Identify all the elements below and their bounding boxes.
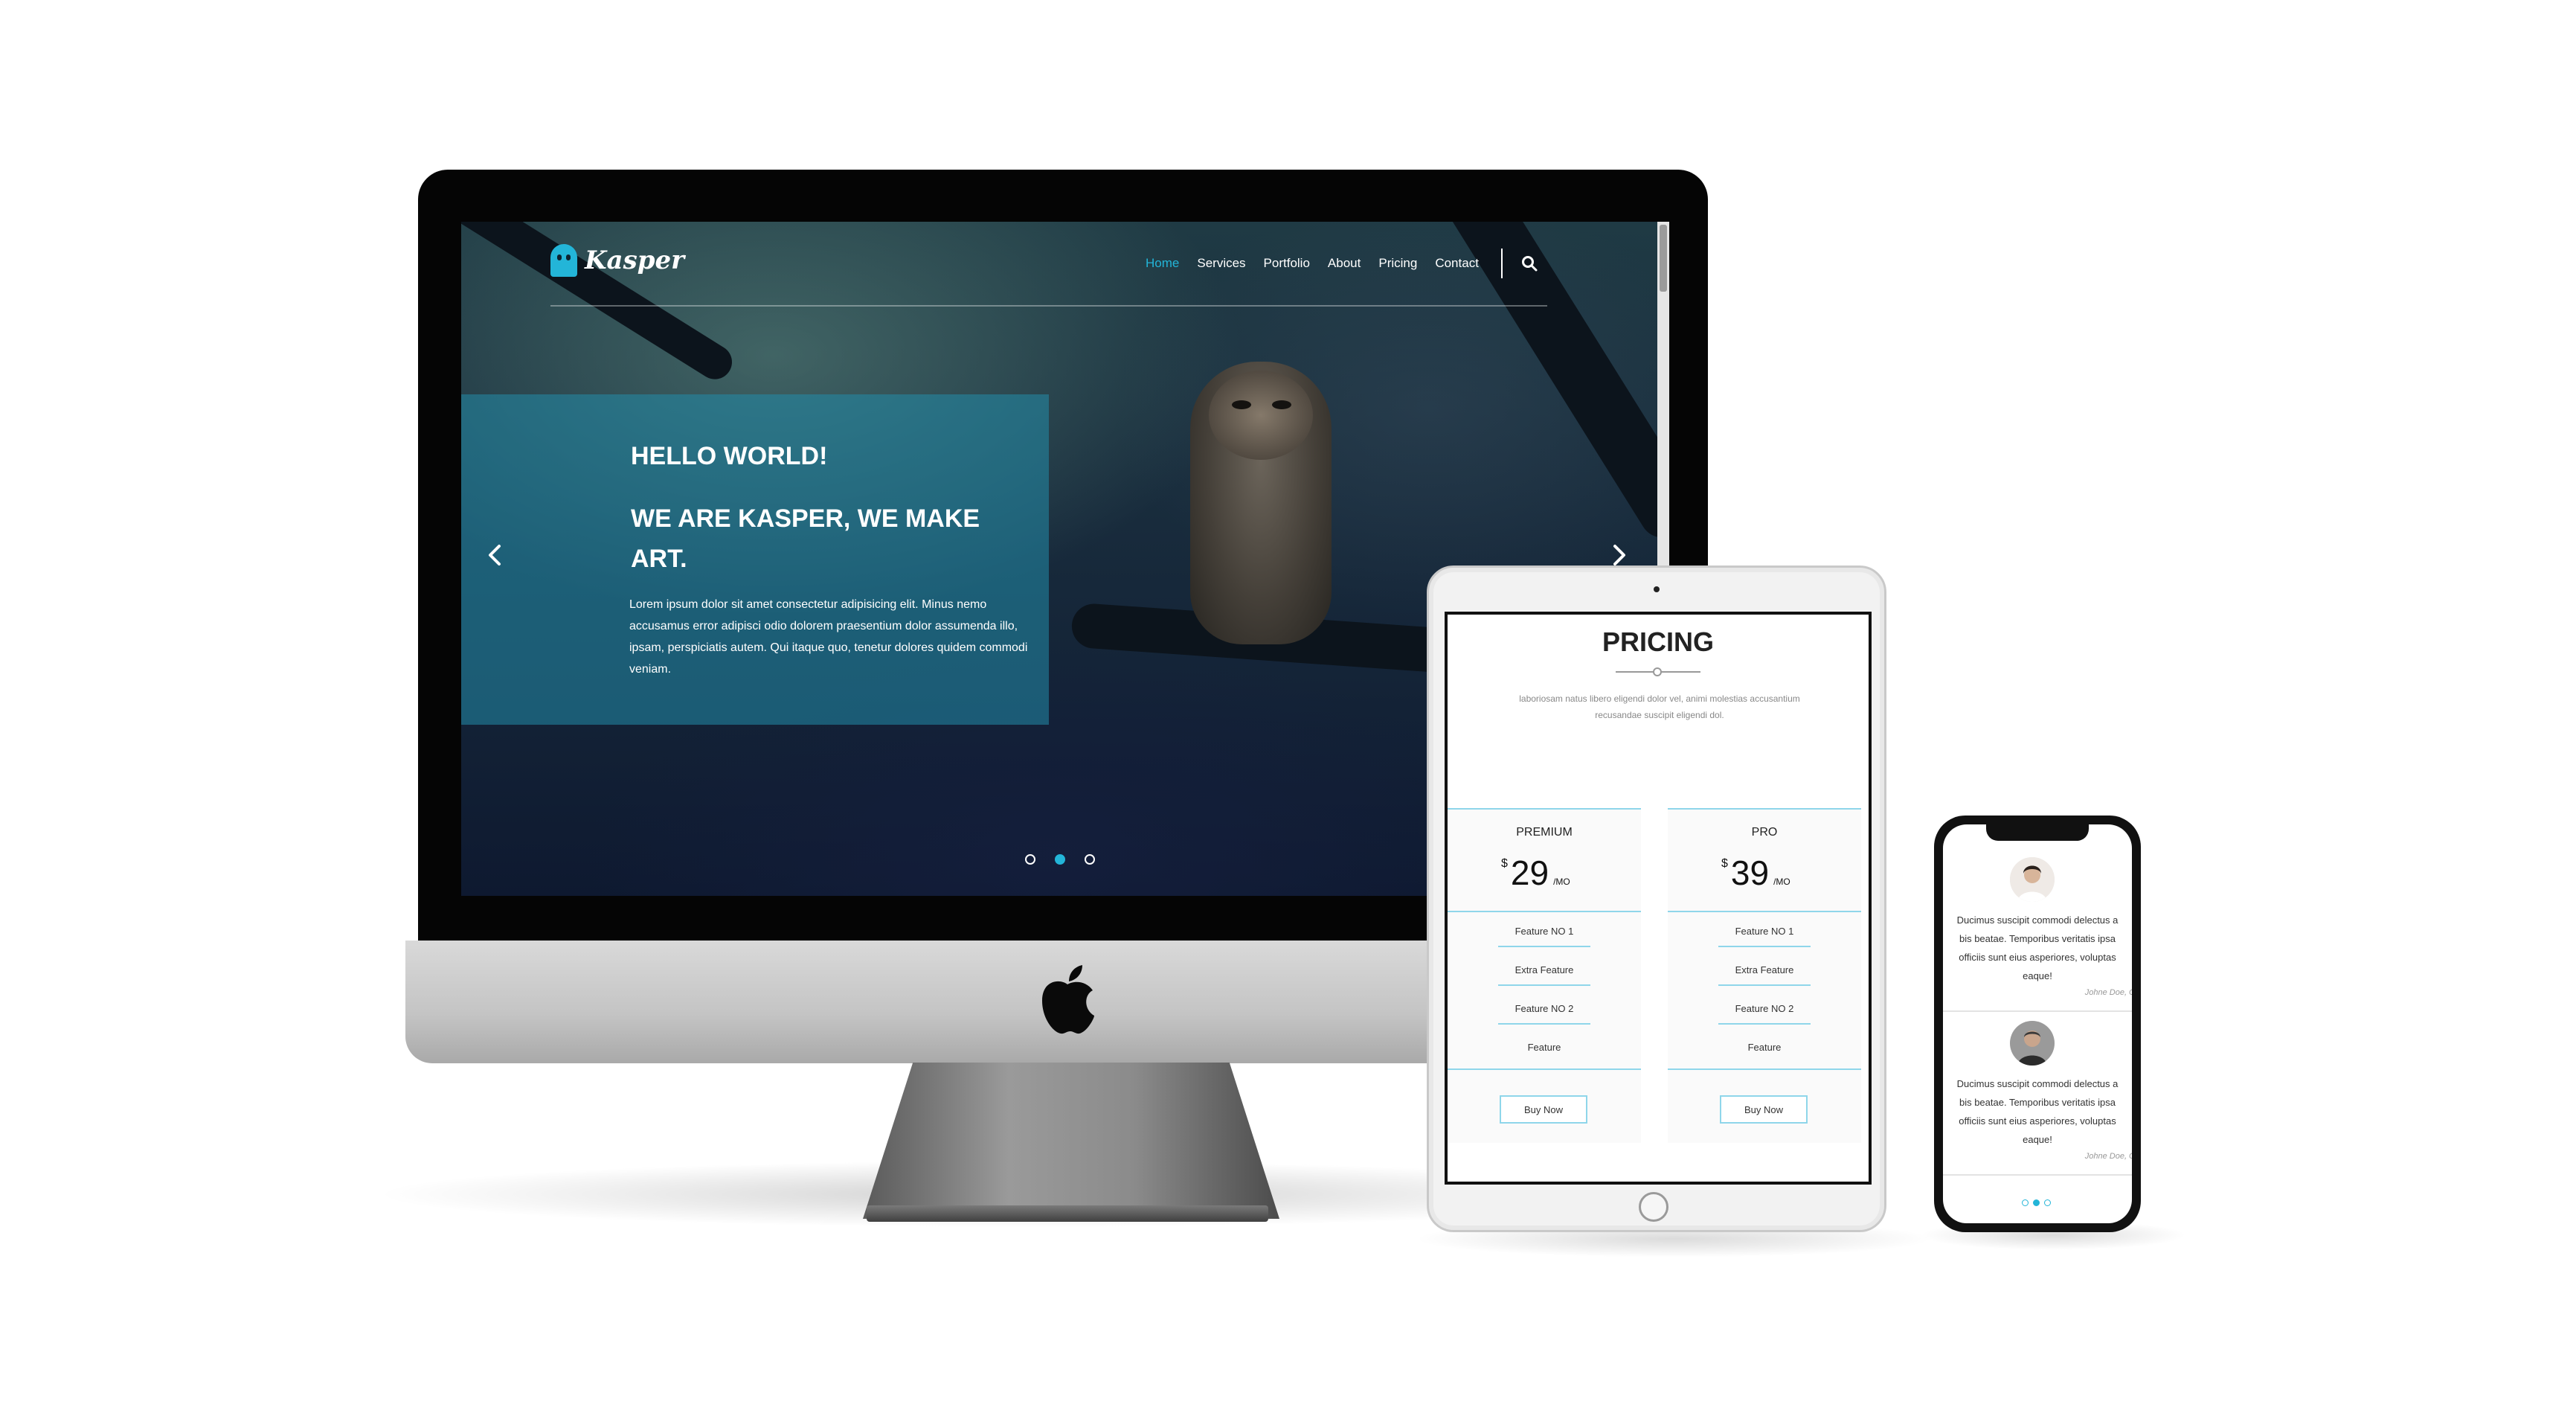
plan-period: /MO [1553, 877, 1570, 887]
slider-dot[interactable] [1025, 854, 1035, 865]
owl-face [1209, 371, 1313, 460]
nav-about[interactable]: About [1328, 256, 1361, 271]
person-avatar-icon [2010, 1021, 2055, 1066]
testimonial-line: officiis sunt eius asperiores, voluptas [1959, 1115, 2116, 1127]
ipad-camera [1654, 586, 1660, 592]
plan-amount: 39 [1730, 853, 1770, 892]
nav-services[interactable]: Services [1197, 256, 1245, 271]
chevron-left-icon[interactable] [481, 540, 510, 570]
avatar [2010, 857, 2055, 902]
testimonial-line: bis beatae. Temporibus veritatis ipsa [1959, 1097, 2116, 1108]
phone-notch [1986, 824, 2089, 841]
testimonial-line: eaque! [2023, 970, 2052, 981]
imac-stand-foot [867, 1205, 1268, 1222]
testimonial-line: officiis sunt eius asperiores, voluptas [1959, 952, 2116, 963]
plan-divider [1668, 911, 1861, 912]
nav-home[interactable]: Home [1146, 256, 1179, 271]
header-divider [550, 305, 1547, 307]
tablet-pricing-screen: PRICING laboriosam natus libero eligendi… [1445, 612, 1872, 1185]
pricing-plan-premium: PREMIUM $ 29 /MO Feature NO 1 Extra Feat… [1448, 808, 1641, 1143]
plan-period: /MO [1773, 877, 1790, 887]
nav-contact[interactable]: Contact [1435, 256, 1479, 271]
nav-divider [1501, 249, 1503, 278]
plan-feature: Feature NO 1 [1718, 926, 1811, 947]
plan-divider [1448, 1068, 1641, 1070]
carousel-dot-active[interactable] [2033, 1199, 2040, 1206]
testimonial-author: Johne Doe, C [2084, 1152, 2132, 1161]
plan-currency: $ [1721, 857, 1728, 870]
plan-feature: Feature [1747, 1042, 1782, 1053]
plan-currency: $ [1501, 857, 1508, 870]
carousel-dot[interactable] [2044, 1199, 2051, 1206]
plan-name: PRO [1751, 826, 1778, 839]
plan-divider [1668, 1068, 1861, 1070]
testimonial-divider [1943, 1174, 2132, 1176]
testimonial-line: bis beatae. Temporibus veritatis ipsa [1959, 933, 2116, 944]
ghost-icon [550, 244, 577, 277]
scroll-thumb[interactable] [1660, 225, 1667, 292]
main-nav: Home Services Portfolio About Pricing Co… [1146, 256, 1479, 271]
plan-price: $ 29 /MO [1501, 853, 1570, 893]
title-underline-dot [1653, 667, 1662, 676]
testimonial-line: eaque! [2023, 1134, 2052, 1145]
site-logo[interactable]: Kasper [550, 244, 684, 277]
buy-now-button[interactable]: Buy Now [1500, 1095, 1587, 1124]
plan-feature: Extra Feature [1718, 964, 1811, 986]
plan-price: $ 39 /MO [1721, 853, 1790, 893]
plan-divider [1448, 911, 1641, 912]
plan-name: PREMIUM [1516, 826, 1573, 839]
plan-amount: 29 [1510, 853, 1549, 892]
testimonial-dots [2022, 1199, 2051, 1206]
slider-dot-active[interactable] [1055, 854, 1065, 865]
plan-feature: Feature NO 2 [1498, 1003, 1590, 1025]
pricing-title: PRICING [1602, 627, 1714, 657]
avatar [2010, 1021, 2055, 1066]
nav-portfolio[interactable]: Portfolio [1264, 256, 1310, 271]
phone-testimonials-screen: Ducimus suscipit commodi delectus a bis … [1943, 824, 2132, 1223]
hero-title: HELLO WORLD! [631, 442, 828, 470]
testimonial-divider [1943, 1010, 2132, 1012]
slider-dots [1025, 854, 1095, 865]
owl-eye [1272, 400, 1291, 409]
testimonial-author: Johne Doe, C [2084, 988, 2132, 997]
testimonial-line: Ducimus suscipit commodi delectus a [1956, 1078, 2119, 1089]
nav-pricing[interactable]: Pricing [1378, 256, 1417, 271]
search-icon[interactable] [1520, 254, 1538, 272]
hero-subtitle: WE ARE KASPER, WE MAKE ART. [631, 504, 980, 573]
carousel-dot[interactable] [2022, 1199, 2029, 1206]
logo-text: Kasper [585, 246, 685, 275]
apple-logo-icon [1042, 965, 1094, 1034]
person-avatar-icon [2010, 857, 2055, 902]
buy-now-button[interactable]: Buy Now [1720, 1095, 1808, 1124]
plan-feature: Feature [1527, 1042, 1561, 1053]
pricing-description: laboriosam natus libero eligendi dolor v… [1519, 693, 1800, 720]
imac-stand [863, 1063, 1279, 1219]
ipad-home-button[interactable] [1639, 1192, 1668, 1222]
plan-feature: Extra Feature [1498, 964, 1590, 986]
pricing-plan-pro: PRO $ 39 /MO Feature NO 1 Extra Feature … [1668, 808, 1861, 1143]
hero-paragraph: Lorem ipsum dolor sit amet consectetur a… [629, 598, 1028, 676]
owl-eye [1232, 400, 1251, 409]
slider-dot[interactable] [1085, 854, 1095, 865]
plan-feature: Feature NO 1 [1498, 926, 1590, 947]
testimonial-line: Ducimus suscipit commodi delectus a [1956, 914, 2119, 926]
plan-feature: Feature NO 2 [1718, 1003, 1811, 1025]
